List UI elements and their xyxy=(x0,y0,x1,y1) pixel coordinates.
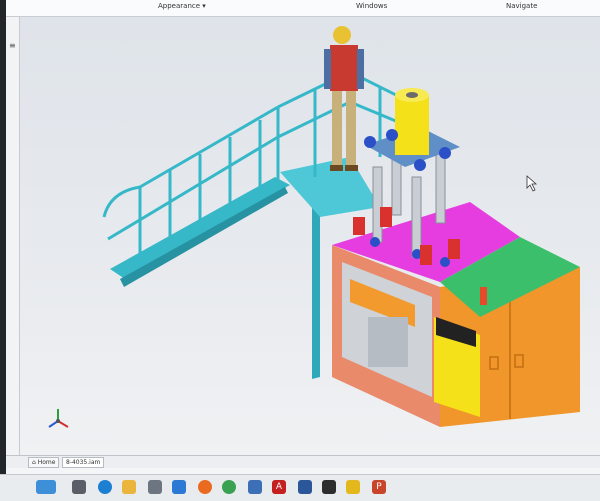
app-icon[interactable] xyxy=(248,480,262,494)
app-icon-3[interactable] xyxy=(346,480,360,494)
mouse-cursor-icon xyxy=(526,175,538,192)
word-icon[interactable] xyxy=(298,480,312,494)
tab-document[interactable]: 8-4035.iam xyxy=(62,457,105,468)
start-icon[interactable] xyxy=(36,480,56,494)
task-view-icon[interactable] xyxy=(72,480,86,494)
stair-railing xyxy=(102,70,416,257)
document-tabs: ⌂ Home 8-4035.iam xyxy=(6,455,600,468)
monitor: Appearance ▾ Windows Navigate ≡ ⌂ Home 8… xyxy=(0,0,600,501)
app-icon-2[interactable] xyxy=(322,480,336,494)
3d-viewport[interactable] xyxy=(20,17,600,455)
chrome-icon[interactable] xyxy=(222,480,236,494)
tab-home-label: Home xyxy=(37,459,56,466)
file-explorer-icon[interactable] xyxy=(122,480,136,494)
axis-triad-icon xyxy=(48,409,69,428)
edge-icon[interactable] xyxy=(98,480,112,494)
store-icon[interactable] xyxy=(148,480,162,494)
press-column xyxy=(435,152,446,224)
support-column xyxy=(312,195,320,379)
autocad-icon[interactable]: A xyxy=(272,480,286,494)
firefox-icon[interactable] xyxy=(198,480,212,494)
model-browser-strip[interactable]: ≡ xyxy=(6,17,20,455)
menu-icon[interactable]: ≡ xyxy=(9,41,16,50)
ribbon-group-appearance[interactable]: Appearance ▾ xyxy=(158,2,206,10)
ribbon: Appearance ▾ Windows Navigate xyxy=(6,0,600,17)
press-column xyxy=(372,166,383,243)
powerpoint-icon[interactable]: P xyxy=(372,480,386,494)
yellow-cylinder xyxy=(395,95,429,155)
ribbon-group-navigate[interactable]: Navigate xyxy=(506,2,537,10)
assembly-model[interactable] xyxy=(20,17,600,455)
windows-taskbar: A P xyxy=(0,474,600,501)
ribbon-group-windows[interactable]: Windows xyxy=(356,2,387,10)
mail-icon[interactable] xyxy=(172,480,186,494)
screen: Appearance ▾ Windows Navigate ≡ ⌂ Home 8… xyxy=(6,0,600,474)
press-column xyxy=(411,176,422,258)
worker-figure xyxy=(324,26,364,171)
tab-home[interactable]: ⌂ Home xyxy=(28,457,60,468)
